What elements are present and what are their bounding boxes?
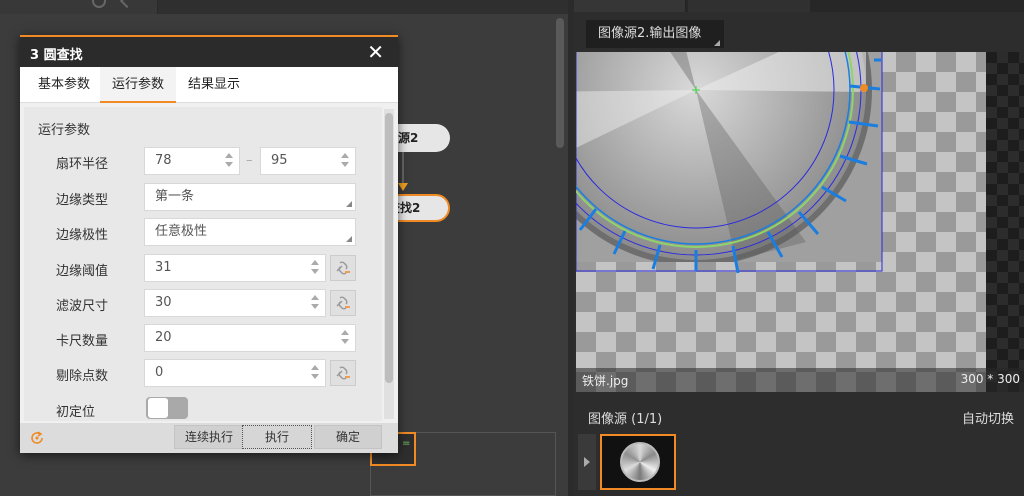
tab-result-display[interactable]: 结果显示 (176, 67, 252, 103)
panel-tab[interactable] (688, 0, 810, 12)
ok-button[interactable]: 确定 (314, 425, 382, 449)
filter-size-label: 滤波尺寸 (56, 299, 109, 314)
dialog-scrollbar[interactable] (384, 109, 394, 419)
image-panel-topbar (574, 0, 1024, 12)
spin-arrows-icon[interactable] (311, 259, 319, 277)
dropdown-grip-icon (346, 236, 352, 242)
caliper-count-label: 卡尺数量 (56, 334, 109, 349)
spin-arrows-icon[interactable] (341, 152, 349, 170)
image-panel: 图像源2.输出图像 铁饼.jpg 300 * 300 图像源 (1/1) 自动切… (574, 0, 1024, 496)
link-icon[interactable] (330, 255, 356, 281)
edge-threshold-label: 边缘阈值 (56, 264, 109, 279)
auto-switch-toggle[interactable]: 自动切换 (962, 408, 1014, 427)
small-node-label: = (402, 438, 411, 449)
initial-position-label: 初定位 (56, 405, 96, 420)
dialog-title: 3 圆查找 (30, 48, 83, 63)
flow-connector (402, 152, 404, 184)
range-dash: – (246, 153, 253, 168)
caliper-count-value: 20 (155, 330, 172, 345)
spin-arrows-icon[interactable] (311, 364, 319, 382)
tab-basic-params[interactable]: 基本参数 (26, 67, 102, 103)
refresh-icon[interactable] (28, 429, 46, 447)
dropdown-grip-icon (346, 201, 352, 207)
dialog-tabs: 基本参数 运行参数 结果显示 (20, 67, 398, 103)
tab-run-params[interactable]: 运行参数 (100, 67, 176, 103)
flow-scrollbar[interactable] (556, 18, 564, 148)
roi-handle[interactable] (860, 84, 868, 92)
edge-polarity-label: 边缘极性 (56, 228, 109, 243)
dialog-header[interactable]: 3 圆查找 ✕ (20, 35, 398, 67)
dialog-body: 运行参数 扇环半径 78 – 95 边缘类型 第一条 边缘极性 任意极性 边缘阈… (24, 107, 382, 421)
edge-polarity-value: 任意极性 (155, 224, 208, 239)
ring-radius-min-value: 78 (155, 153, 172, 168)
image-overlay (576, 52, 883, 274)
initial-position-toggle[interactable] (146, 397, 188, 419)
reject-count-label: 剔除点数 (56, 369, 109, 384)
edge-type-value: 第一条 (155, 189, 195, 204)
flow-arrow-icon (398, 183, 408, 191)
scrollbar-thumb[interactable] (385, 113, 393, 383)
ring-radius-min-input[interactable]: 78 (144, 147, 240, 175)
reject-count-value: 0 (155, 365, 164, 380)
edge-threshold-input[interactable]: 31 (144, 254, 326, 282)
image-source-title: 图像源 (1/1) (588, 412, 663, 427)
section-title: 运行参数 (38, 123, 91, 138)
image-filename: 铁饼.jpg (582, 374, 629, 388)
ring-radius-max-value: 95 (271, 153, 288, 168)
image-source-header: 图像源 (1/1) 自动切换 (574, 398, 1024, 432)
continuous-run-button[interactable]: 连续执行 (174, 425, 244, 449)
thumbnail-item[interactable] (600, 434, 676, 490)
link-icon[interactable] (330, 290, 356, 316)
play-arrow-icon[interactable] (578, 434, 596, 490)
spin-arrows-icon[interactable] (225, 152, 233, 170)
edge-polarity-select[interactable]: 任意极性 (144, 218, 356, 246)
thumbnail-strip (578, 434, 1024, 496)
filter-size-input[interactable]: 30 (144, 289, 326, 317)
panel-tab[interactable] (574, 0, 686, 12)
circle-find-dialog: 3 圆查找 ✕ 基本参数 运行参数 结果显示 运行参数 扇环半径 78 – 95… (20, 35, 398, 453)
dropdown-corner-icon[interactable] (714, 40, 720, 46)
link-icon[interactable] (330, 360, 356, 386)
thumbnail-image (620, 442, 660, 482)
view-source-label: 图像源2.输出图像 (598, 26, 702, 41)
ring-radius-label: 扇环半径 (56, 157, 109, 172)
toggle-knob (148, 398, 168, 418)
reject-count-input[interactable]: 0 (144, 359, 326, 387)
caliper-count-input[interactable]: 20 (144, 324, 356, 352)
ring-radius-max-input[interactable]: 95 (260, 147, 356, 175)
spin-arrows-icon[interactable] (341, 329, 349, 347)
image-viewer[interactable]: 铁饼.jpg 300 * 300 (576, 52, 1024, 392)
image-size: 300 * 300 (960, 372, 1020, 386)
edge-type-select[interactable]: 第一条 (144, 183, 356, 211)
viewer-info-bar (576, 368, 1024, 392)
edge-type-label: 边缘类型 (56, 193, 109, 208)
filter-size-value: 30 (155, 295, 172, 310)
edge-threshold-value: 31 (155, 260, 172, 275)
spin-arrows-icon[interactable] (311, 294, 319, 312)
toolbar-tab[interactable] (0, 0, 158, 14)
view-source-tab[interactable]: 图像源2.输出图像 (586, 20, 724, 48)
dialog-footer: 连续执行 执行 确定 (20, 423, 398, 453)
top-toolbar-strip (0, 0, 570, 14)
close-icon[interactable]: ✕ (367, 40, 384, 64)
run-button[interactable]: 执行 (242, 425, 312, 449)
